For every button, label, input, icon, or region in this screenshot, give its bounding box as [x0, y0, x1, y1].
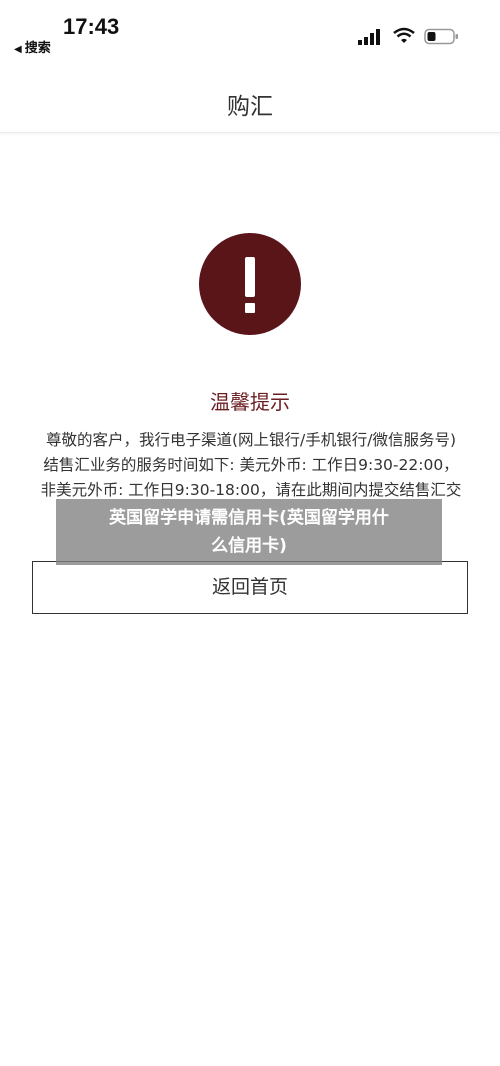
- back-triangle-icon: ◀: [14, 44, 22, 55]
- notice-line: 尊敬的客户，我行电子渠道(网上银行/手机银行/微信服务号): [45, 431, 457, 449]
- page-title: 购汇: [227, 94, 273, 120]
- alert-icon: [199, 233, 301, 335]
- signal-icon: [358, 29, 380, 45]
- overlay-line: 么信用卡): [211, 536, 287, 556]
- battery-icon: [424, 28, 458, 45]
- overlay-line: 英国留学申请需信用卡(英国留学用什: [109, 508, 389, 528]
- article-title-overlay: 英国留学申请需信用卡(英国留学用什 么信用卡): [56, 499, 442, 565]
- return-home-button[interactable]: 返回首页: [32, 561, 468, 614]
- status-bar: 17:43 ◀ 搜索: [0, 0, 500, 62]
- status-time: 17:43: [63, 14, 120, 39]
- notice-title: 温馨提示: [210, 390, 290, 414]
- wifi-icon: [393, 27, 415, 43]
- back-app-label: 搜索: [24, 41, 51, 56]
- back-to-app-button[interactable]: ◀ 搜索: [14, 37, 51, 56]
- nav-bar: 购汇: [0, 62, 500, 133]
- notice-body: 尊敬的客户，我行电子渠道(网上银行/手机银行/微信服务号) 结售汇业务的服务时间…: [30, 428, 472, 503]
- notice-line: 结售汇业务的服务时间如下: 美元外币: 工作日9:30-22:00，: [43, 456, 459, 474]
